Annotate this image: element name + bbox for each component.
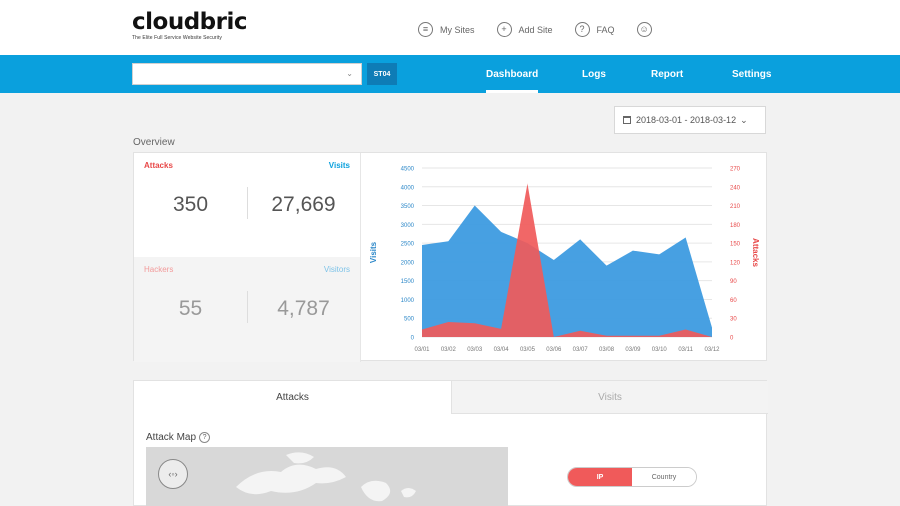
user-icon: ☺ [636, 22, 652, 37]
visitors-value: 4,787 [277, 297, 330, 320]
y-tick-label: 3000 [401, 223, 415, 229]
x-tick-label: 03/12 [704, 347, 720, 353]
ip-country-toggle[interactable]: IP Country [567, 467, 697, 487]
map-pan-control[interactable]: ‹◦› [158, 459, 188, 489]
main-navbar: ⌄ ST04 Dashboard Logs Report Settings [0, 55, 900, 93]
site-id-button[interactable]: ST04 [367, 63, 397, 85]
x-tick-label: 03/06 [546, 347, 562, 353]
y-tick-label: 2000 [401, 260, 415, 266]
logo[interactable]: cloudbric The Elite Full Service Website… [132, 10, 247, 41]
x-tick-label: 03/09 [625, 347, 641, 353]
chevron-down-icon: ⌄ [346, 69, 353, 78]
add-site-link[interactable]: + Add Site [496, 22, 553, 37]
x-tick-label: 03/08 [599, 347, 615, 353]
y2-tick-label: 90 [730, 279, 737, 285]
y-axis-label: Visits [369, 241, 378, 263]
hackers-visitors-block: Hackers Visitors 55 4,787 [134, 257, 360, 362]
attack-map-title: Attack Map ? [146, 432, 211, 443]
x-tick-label: 03/04 [494, 347, 510, 353]
y2-tick-label: 0 [730, 336, 734, 342]
attacks-label: Attacks [144, 161, 173, 170]
faq-link[interactable]: ? FAQ [574, 22, 615, 37]
y2-tick-label: 120 [730, 260, 741, 266]
world-map [236, 452, 416, 502]
top-header: cloudbric The Elite Full Service Website… [0, 0, 900, 55]
nav-settings-label: Settings [732, 68, 772, 80]
y-tick-label: 4000 [401, 185, 415, 191]
faq-label: FAQ [596, 24, 615, 35]
y-tick-label: 500 [404, 317, 415, 323]
toggle-ip[interactable]: IP [568, 468, 632, 486]
x-tick-label: 03/05 [520, 347, 536, 353]
attack-map[interactable]: ‹◦› [146, 447, 508, 506]
nav-logs[interactable]: Logs [582, 55, 606, 93]
help-icon[interactable]: ? [199, 432, 211, 443]
nav-dashboard[interactable]: Dashboard [486, 55, 539, 93]
attack-map-label: Attack Map [146, 432, 197, 443]
y-tick-label: 2500 [401, 242, 415, 248]
x-tick-label: 03/07 [573, 347, 589, 353]
list-icon: ≡ [418, 22, 433, 37]
y2-tick-label: 180 [730, 223, 741, 229]
add-site-label: Add Site [518, 24, 553, 35]
x-tick-label: 03/11 [678, 347, 693, 353]
date-range-text: 2018-03-01 - 2018-03-12 [636, 115, 737, 125]
visits-value: 27,669 [271, 193, 336, 216]
tab-attacks[interactable]: Attacks [134, 381, 451, 414]
y2-tick-label: 30 [730, 317, 737, 323]
y-tick-label: 1500 [401, 279, 415, 285]
y2-tick-label: 150 [730, 242, 741, 248]
y-tick-label: 3500 [401, 204, 415, 210]
toggle-country[interactable]: Country [632, 468, 696, 486]
my-sites-link[interactable]: ≡ My Sites [418, 22, 475, 37]
account-link[interactable]: ☺ [636, 22, 659, 37]
attacks-visits-block: Attacks Visits 350 27,669 [134, 153, 360, 257]
calendar-icon [623, 116, 631, 124]
y-tick-label: 1000 [401, 298, 415, 304]
y2-axis-label: Attacks [751, 238, 760, 267]
plus-icon: + [496, 22, 512, 37]
visits-attacks-chart: 0 500 1000 1500 2000 2500 3000 3500 4000 4500 0 30 6… [369, 167, 760, 354]
y-tick-label: 4500 [401, 167, 415, 173]
y2-tick-label: 210 [730, 204, 741, 210]
series-area-visits [422, 205, 712, 337]
nav-dashboard-label: Dashboard [486, 68, 539, 80]
x-tick-label: 03/01 [414, 347, 430, 353]
y-tick-label: 0 [411, 336, 415, 342]
hackers-label: Hackers [144, 265, 174, 274]
visits-label: Visits [328, 161, 350, 170]
x-tick-label: 03/10 [652, 347, 668, 353]
logo-text: cloudbric [132, 9, 247, 35]
hackers-value: 55 [178, 297, 203, 320]
nav-report[interactable]: Report [651, 55, 683, 93]
nav-settings[interactable]: Settings [732, 55, 771, 93]
question-icon: ? [574, 22, 590, 37]
y2-tick-label: 60 [730, 298, 737, 304]
date-range-picker[interactable]: 2018-03-01 - 2018-03-12 ⌄ [614, 106, 766, 134]
x-tick-label: 03/02 [441, 347, 457, 353]
top-nav: ≡ My Sites + Add Site ? FAQ ☺ [418, 22, 681, 37]
attacks-value: 350 [172, 193, 209, 216]
x-tick-label: 03/03 [467, 347, 483, 353]
nav-logs-label: Logs [582, 68, 606, 80]
chevron-down-icon: ⌄ [740, 114, 748, 125]
logo-tagline: The Elite Full Service Website Security [132, 35, 222, 41]
y2-tick-label: 270 [730, 167, 741, 173]
visitors-label: Visitors [323, 265, 350, 274]
site-select[interactable]: ⌄ [132, 63, 362, 85]
nav-report-label: Report [651, 68, 684, 80]
attacks-visits-panel: Attacks Visits Attack Map ? ‹◦› IP Count… [133, 380, 768, 506]
y2-tick-label: 240 [730, 185, 741, 191]
overview-title: Overview [133, 137, 175, 148]
tab-visits[interactable]: Visits [451, 381, 768, 414]
my-sites-label: My Sites [440, 24, 475, 35]
